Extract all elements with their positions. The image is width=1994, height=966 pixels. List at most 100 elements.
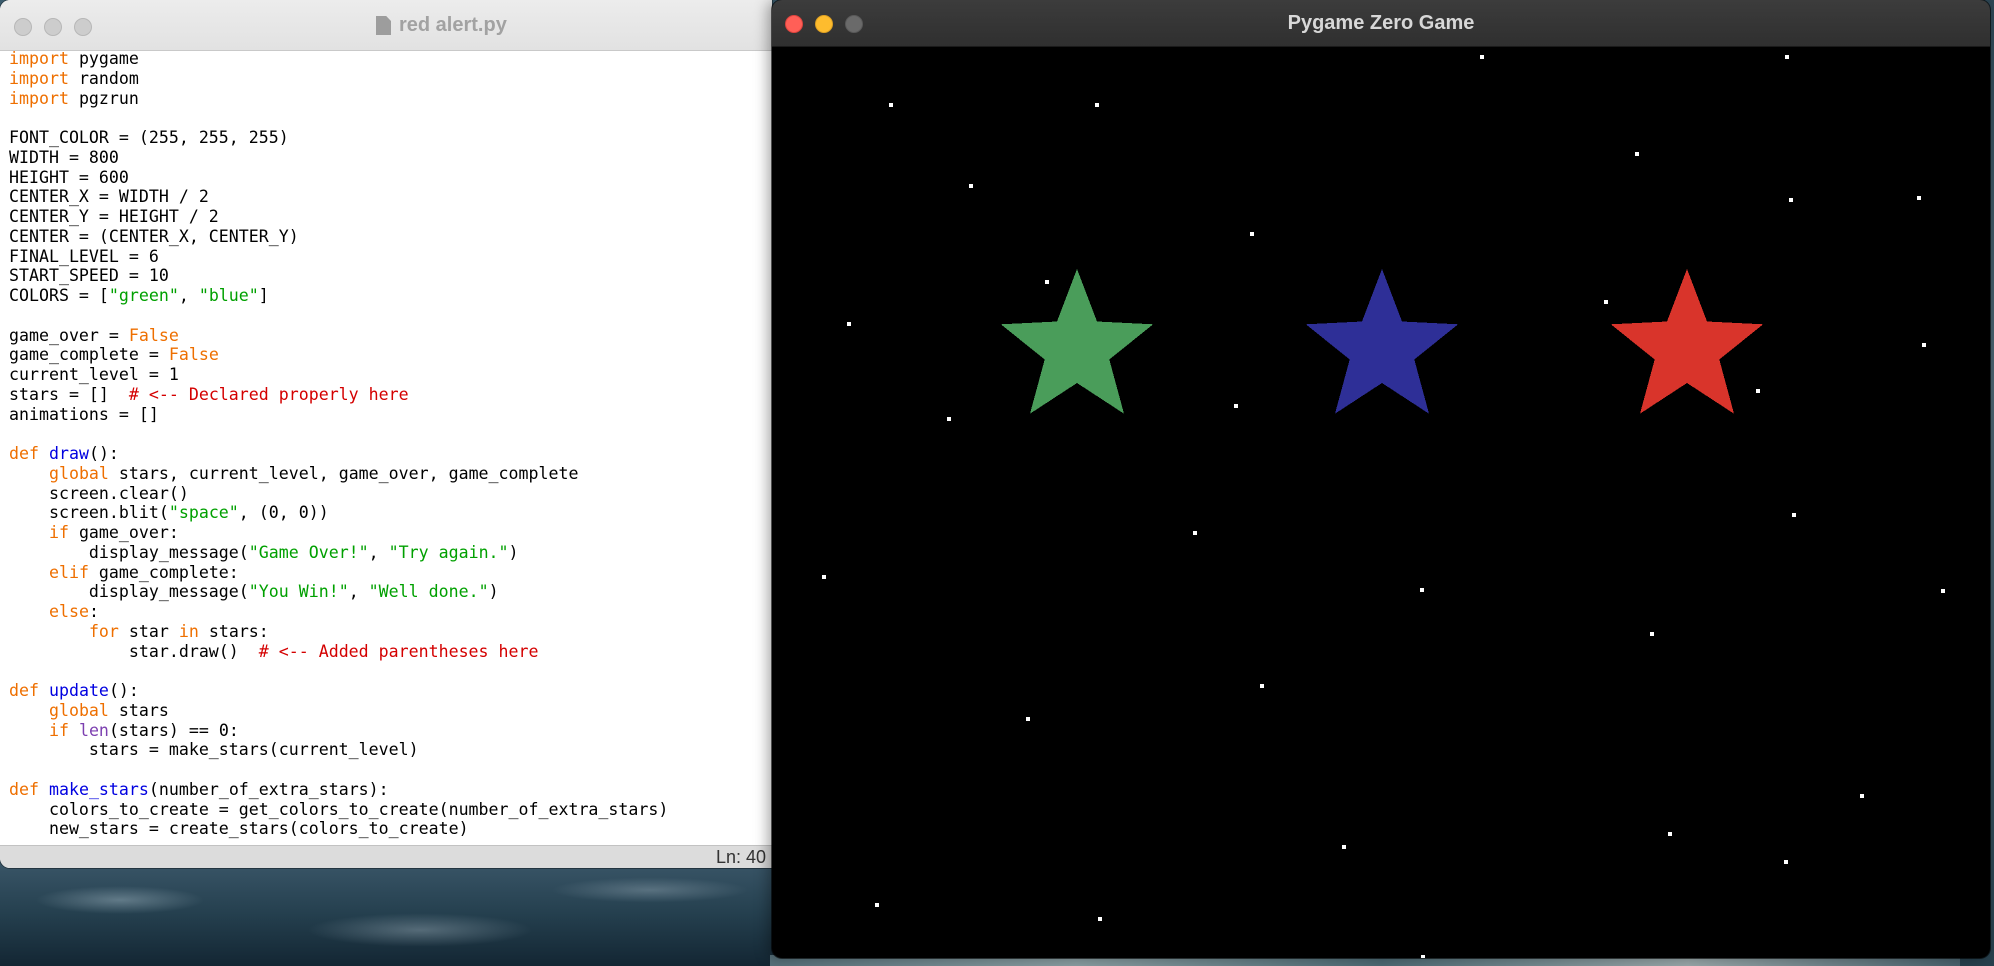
desktop-wallpaper — [0, 860, 800, 966]
code-line: screen.blit("space", (0, 0)) — [9, 503, 668, 523]
code-token: False — [128, 325, 179, 345]
green-star[interactable] — [1000, 269, 1154, 414]
code-line: elif game_complete: — [9, 563, 668, 583]
code-editor[interactable]: import pygame import random import pgzrun … — [9, 49, 668, 839]
editor-title-text: red alert.py — [399, 14, 507, 36]
code-line: global stars — [9, 701, 668, 721]
background-star-dot — [1604, 300, 1608, 304]
code-line: def update(): — [9, 681, 668, 701]
background-star-dot — [1234, 404, 1238, 408]
background-star-dot — [1480, 55, 1484, 59]
background-star-dot — [1250, 232, 1254, 236]
background-star-dot — [875, 903, 879, 907]
game-window: Pygame Zero Game — [772, 0, 1990, 958]
code-token: in — [178, 621, 199, 641]
code-line: for star in stars: — [9, 622, 668, 642]
background-star-dot — [1421, 955, 1425, 958]
code-token: ) — [488, 582, 499, 602]
code-line: colors_to_create = get_colors_to_create(… — [9, 800, 668, 820]
code-token: "You Win!" — [248, 582, 349, 602]
red-star[interactable] — [1610, 269, 1764, 414]
background-star-dot — [1260, 684, 1264, 688]
code-line: animations = [] — [9, 405, 668, 425]
background-star-dot — [822, 575, 826, 579]
file-icon — [376, 16, 391, 35]
background-star-dot — [1756, 389, 1760, 393]
code-token: CENTER_Y = HEIGHT / 2 — [9, 207, 219, 226]
code-token: WIDTH = 800 — [9, 147, 119, 167]
code-line: if game_over: — [9, 523, 668, 543]
background-star-dot — [1917, 196, 1921, 200]
code-token: star — [118, 621, 179, 641]
close-button[interactable] — [14, 18, 32, 36]
code-line: display_message("Game Over!", "Try again… — [9, 543, 668, 563]
code-token: ] — [258, 286, 269, 305]
code-line: FONT_COLOR = (255, 255, 255) — [9, 128, 668, 148]
code-line: CENTER_Y = HEIGHT / 2 — [9, 207, 668, 227]
code-token: colors_to_create = get_colors_to_create(… — [9, 799, 669, 819]
code-token: def — [9, 779, 39, 799]
code-token: stars: — [198, 621, 269, 641]
background-star-dot — [1668, 832, 1672, 836]
code-token: , — [348, 582, 369, 602]
background-star-dot — [969, 184, 973, 188]
code-token: random — [68, 68, 139, 88]
code-line: COLORS = ["green", "blue"] — [9, 286, 668, 306]
game-canvas[interactable] — [772, 46, 1990, 958]
code-token: global — [48, 700, 109, 720]
code-token: START_SPEED = 10 — [9, 266, 169, 286]
code-line: else: — [9, 602, 668, 622]
code-token: global — [48, 463, 109, 483]
code-token: current_level = 1 — [9, 365, 179, 384]
code-token: make_stars — [48, 779, 149, 799]
code-line: START_SPEED = 10 — [9, 266, 668, 286]
code-token: False — [168, 345, 219, 365]
game-title: Pygame Zero Game — [1287, 12, 1475, 34]
minimize-button[interactable] — [44, 18, 62, 36]
background-star-dot — [1650, 632, 1654, 636]
code-token: game_complete: — [88, 562, 239, 582]
code-line: if len(stars) == 0: — [9, 721, 668, 741]
background-star-dot — [1193, 531, 1197, 535]
game-titlebar[interactable]: Pygame Zero Game — [772, 0, 1990, 47]
code-token: HEIGHT = 600 — [9, 167, 129, 187]
code-token: pgzrun — [68, 88, 139, 108]
code-token: (): — [88, 444, 119, 463]
code-token: # <-- Declared properly here — [128, 384, 409, 404]
code-token: "Game Over!" — [248, 542, 369, 562]
code-token: else — [48, 602, 89, 621]
code-token: COLORS = [ — [9, 286, 109, 305]
editor-titlebar[interactable]: red alert.py — [0, 0, 772, 51]
background-star-dot — [1792, 513, 1796, 517]
code-line: def draw(): — [9, 444, 668, 464]
line-number-status: Ln: 40 — [715, 847, 766, 867]
code-line: star.draw() # <-- Added parentheses here — [9, 642, 668, 662]
zoom-button[interactable] — [74, 18, 92, 36]
code-token: , (0, 0)) — [238, 503, 329, 523]
status-bar: Ln: 40 — [0, 845, 772, 868]
code-token: screen.clear() — [9, 483, 189, 503]
code-token: star.draw() — [9, 641, 259, 661]
code-line: game_complete = False — [9, 345, 668, 365]
code-line: game_over = False — [9, 326, 668, 346]
code-line: stars = make_stars(current_level) — [9, 740, 668, 760]
background-star-dot — [1789, 198, 1793, 202]
code-token: ) — [508, 542, 519, 562]
code-token: game_over = — [9, 325, 129, 345]
code-token: "blue" — [198, 286, 259, 305]
code-token: def — [9, 681, 39, 700]
code-line: WIDTH = 800 — [9, 148, 668, 168]
code-token: "Try again." — [388, 542, 509, 562]
blue-star[interactable] — [1305, 269, 1459, 414]
